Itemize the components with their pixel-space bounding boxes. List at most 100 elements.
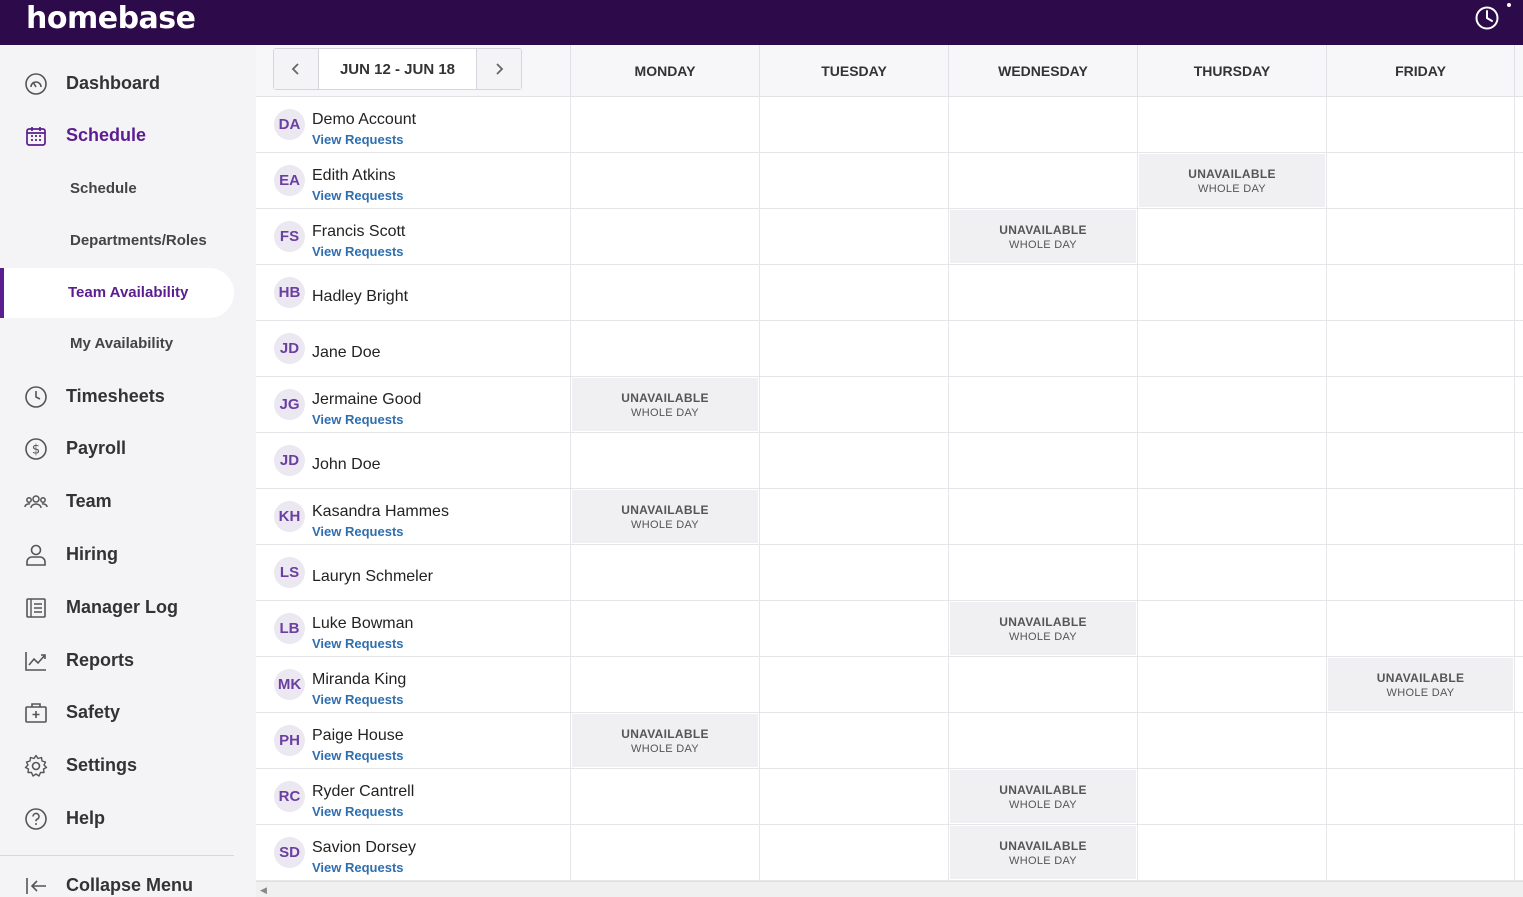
- day-cell[interactable]: [759, 433, 948, 488]
- day-cell[interactable]: [1137, 657, 1326, 712]
- avatar[interactable]: HB: [274, 277, 305, 308]
- avatar[interactable]: SD: [274, 837, 305, 868]
- day-cell[interactable]: [948, 97, 1137, 152]
- avatar[interactable]: JG: [274, 389, 305, 420]
- day-cell[interactable]: [1137, 265, 1326, 320]
- day-cell[interactable]: [948, 265, 1137, 320]
- day-cell[interactable]: [570, 769, 759, 824]
- nav-hiring[interactable]: Hiring: [0, 532, 236, 576]
- view-requests-link[interactable]: View Requests: [312, 860, 404, 875]
- day-cell[interactable]: [759, 97, 948, 152]
- day-cell[interactable]: [759, 489, 948, 544]
- day-cell[interactable]: [759, 713, 948, 768]
- unavailable-block[interactable]: UNAVAILABLE WHOLE DAY: [950, 826, 1136, 879]
- subnav-my-availability[interactable]: My Availability: [0, 319, 234, 369]
- employee-name[interactable]: Jermaine Good: [312, 391, 421, 409]
- avatar[interactable]: JD: [274, 333, 305, 364]
- nav-manager-log[interactable]: Manager Log: [0, 585, 236, 629]
- view-requests-link[interactable]: View Requests: [312, 692, 404, 707]
- day-cell[interactable]: [570, 825, 759, 880]
- day-cell[interactable]: [759, 321, 948, 376]
- day-cell[interactable]: [570, 657, 759, 712]
- day-cell[interactable]: [948, 657, 1137, 712]
- nav-team[interactable]: Team: [0, 479, 236, 523]
- day-cell[interactable]: [570, 209, 759, 264]
- day-cell[interactable]: [1326, 265, 1515, 320]
- avatar[interactable]: PH: [274, 725, 305, 756]
- employee-name[interactable]: Paige House: [312, 727, 404, 745]
- day-cell[interactable]: UNAVAILABLE WHOLE DAY: [1137, 153, 1326, 208]
- day-cell[interactable]: [1137, 769, 1326, 824]
- day-cell[interactable]: UNAVAILABLE WHOLE DAY: [948, 769, 1137, 824]
- day-cell[interactable]: UNAVAILABLE WHOLE DAY: [570, 489, 759, 544]
- day-cell[interactable]: [570, 153, 759, 208]
- day-cell[interactable]: [759, 209, 948, 264]
- time-clock-icon[interactable]: [1474, 5, 1500, 31]
- day-cell[interactable]: [1326, 601, 1515, 656]
- day-cell[interactable]: [1326, 153, 1515, 208]
- day-cell[interactable]: [759, 265, 948, 320]
- day-cell[interactable]: [1326, 769, 1515, 824]
- unavailable-block[interactable]: UNAVAILABLE WHOLE DAY: [950, 210, 1136, 263]
- day-cell[interactable]: [1137, 433, 1326, 488]
- unavailable-block[interactable]: UNAVAILABLE WHOLE DAY: [1139, 154, 1325, 207]
- unavailable-block[interactable]: UNAVAILABLE WHOLE DAY: [572, 378, 758, 431]
- view-requests-link[interactable]: View Requests: [312, 804, 404, 819]
- day-cell[interactable]: UNAVAILABLE WHOLE DAY: [570, 377, 759, 432]
- next-week-button[interactable]: [477, 49, 521, 89]
- day-cell[interactable]: [1137, 321, 1326, 376]
- day-cell[interactable]: [1326, 209, 1515, 264]
- day-cell[interactable]: [1326, 825, 1515, 880]
- day-cell[interactable]: [1137, 825, 1326, 880]
- day-cell[interactable]: [759, 153, 948, 208]
- employee-name[interactable]: Jane Doe: [312, 344, 381, 362]
- day-cell[interactable]: [570, 265, 759, 320]
- day-cell[interactable]: [948, 713, 1137, 768]
- view-requests-link[interactable]: View Requests: [312, 748, 404, 763]
- day-cell[interactable]: [1326, 713, 1515, 768]
- view-requests-link[interactable]: View Requests: [312, 244, 404, 259]
- day-cell[interactable]: [948, 153, 1137, 208]
- avatar[interactable]: RC: [274, 781, 305, 812]
- avatar[interactable]: FS: [274, 221, 305, 252]
- day-cell[interactable]: [570, 321, 759, 376]
- subnav-schedule[interactable]: Schedule: [0, 164, 234, 214]
- day-cell[interactable]: [948, 321, 1137, 376]
- nav-timesheets[interactable]: Timesheets: [0, 374, 236, 418]
- employee-name[interactable]: Kasandra Hammes: [312, 503, 449, 521]
- day-cell[interactable]: [570, 545, 759, 600]
- day-cell[interactable]: [1137, 97, 1326, 152]
- day-cell[interactable]: [1137, 545, 1326, 600]
- day-cell[interactable]: [1137, 601, 1326, 656]
- avatar[interactable]: MK: [274, 669, 305, 700]
- day-cell[interactable]: UNAVAILABLE WHOLE DAY: [570, 713, 759, 768]
- day-cell[interactable]: [759, 377, 948, 432]
- collapse-menu-button[interactable]: Collapse Menu: [0, 863, 236, 897]
- day-cell[interactable]: [948, 433, 1137, 488]
- view-requests-link[interactable]: View Requests: [312, 524, 404, 539]
- unavailable-block[interactable]: UNAVAILABLE WHOLE DAY: [572, 490, 758, 543]
- nav-help[interactable]: Help: [0, 796, 236, 840]
- day-cell[interactable]: [570, 433, 759, 488]
- date-range-label[interactable]: JUN 12 - JUN 18: [318, 49, 477, 89]
- day-cell[interactable]: [570, 601, 759, 656]
- unavailable-block[interactable]: UNAVAILABLE WHOLE DAY: [950, 770, 1136, 823]
- unavailable-block[interactable]: UNAVAILABLE WHOLE DAY: [1328, 658, 1513, 711]
- view-requests-link[interactable]: View Requests: [312, 188, 404, 203]
- day-cell[interactable]: [759, 657, 948, 712]
- homebase-logo[interactable]: homebase: [26, 0, 196, 38]
- avatar[interactable]: EA: [274, 165, 305, 196]
- employee-name[interactable]: Lauryn Schmeler: [312, 568, 433, 586]
- employee-name[interactable]: Miranda King: [312, 671, 406, 689]
- day-cell[interactable]: UNAVAILABLE WHOLE DAY: [948, 209, 1137, 264]
- nav-schedule[interactable]: Schedule: [0, 113, 236, 157]
- employee-name[interactable]: Luke Bowman: [312, 615, 413, 633]
- day-cell[interactable]: [1137, 713, 1326, 768]
- day-cell[interactable]: UNAVAILABLE WHOLE DAY: [948, 825, 1137, 880]
- day-cell[interactable]: [1137, 209, 1326, 264]
- nav-dashboard[interactable]: Dashboard: [0, 61, 236, 105]
- employee-name[interactable]: Demo Account: [312, 111, 416, 129]
- nav-safety[interactable]: Safety: [0, 690, 236, 734]
- day-cell[interactable]: [1326, 377, 1515, 432]
- day-cell[interactable]: [1326, 97, 1515, 152]
